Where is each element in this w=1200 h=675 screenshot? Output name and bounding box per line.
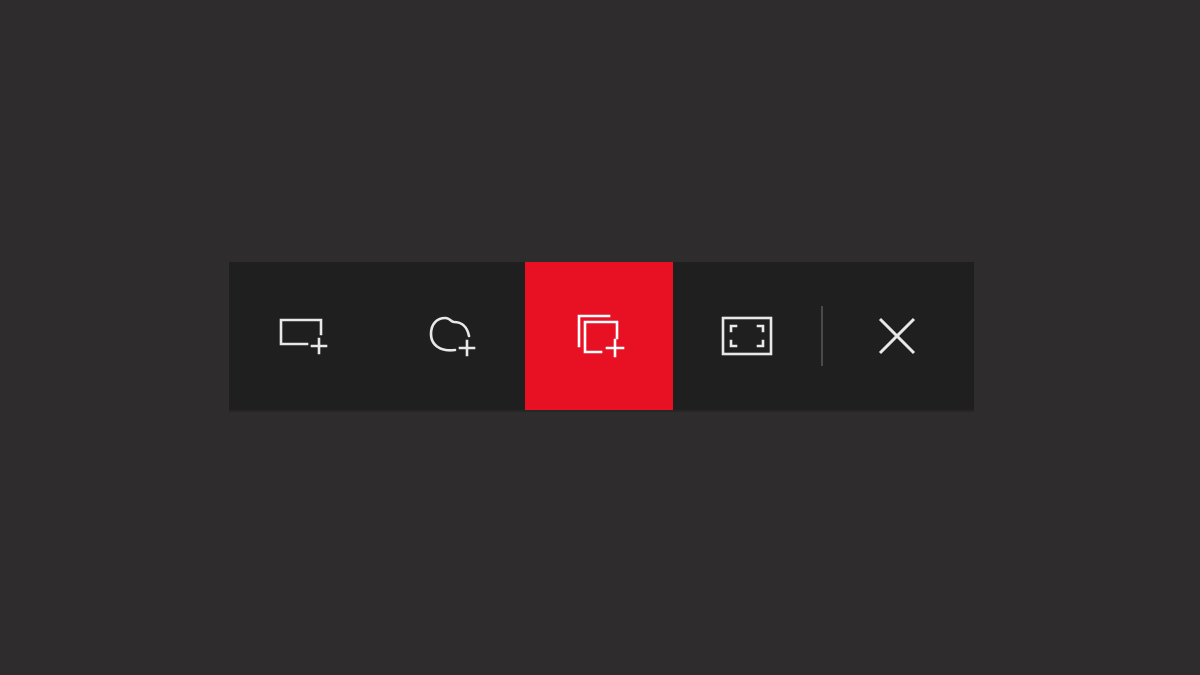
rectangular-snip-icon bbox=[279, 318, 328, 355]
close-icon bbox=[878, 317, 916, 355]
close-button[interactable] bbox=[823, 262, 971, 410]
fullscreen-snip-button[interactable] bbox=[673, 262, 821, 410]
window-snip-icon bbox=[577, 314, 625, 358]
snip-toolbar bbox=[229, 262, 974, 410]
freeform-snip-button[interactable] bbox=[377, 262, 525, 410]
screen-overlay bbox=[0, 0, 1200, 675]
rectangular-snip-button[interactable] bbox=[229, 262, 377, 410]
fullscreen-snip-icon bbox=[721, 316, 773, 356]
window-snip-button[interactable] bbox=[525, 262, 673, 410]
freeform-snip-icon bbox=[429, 316, 476, 357]
